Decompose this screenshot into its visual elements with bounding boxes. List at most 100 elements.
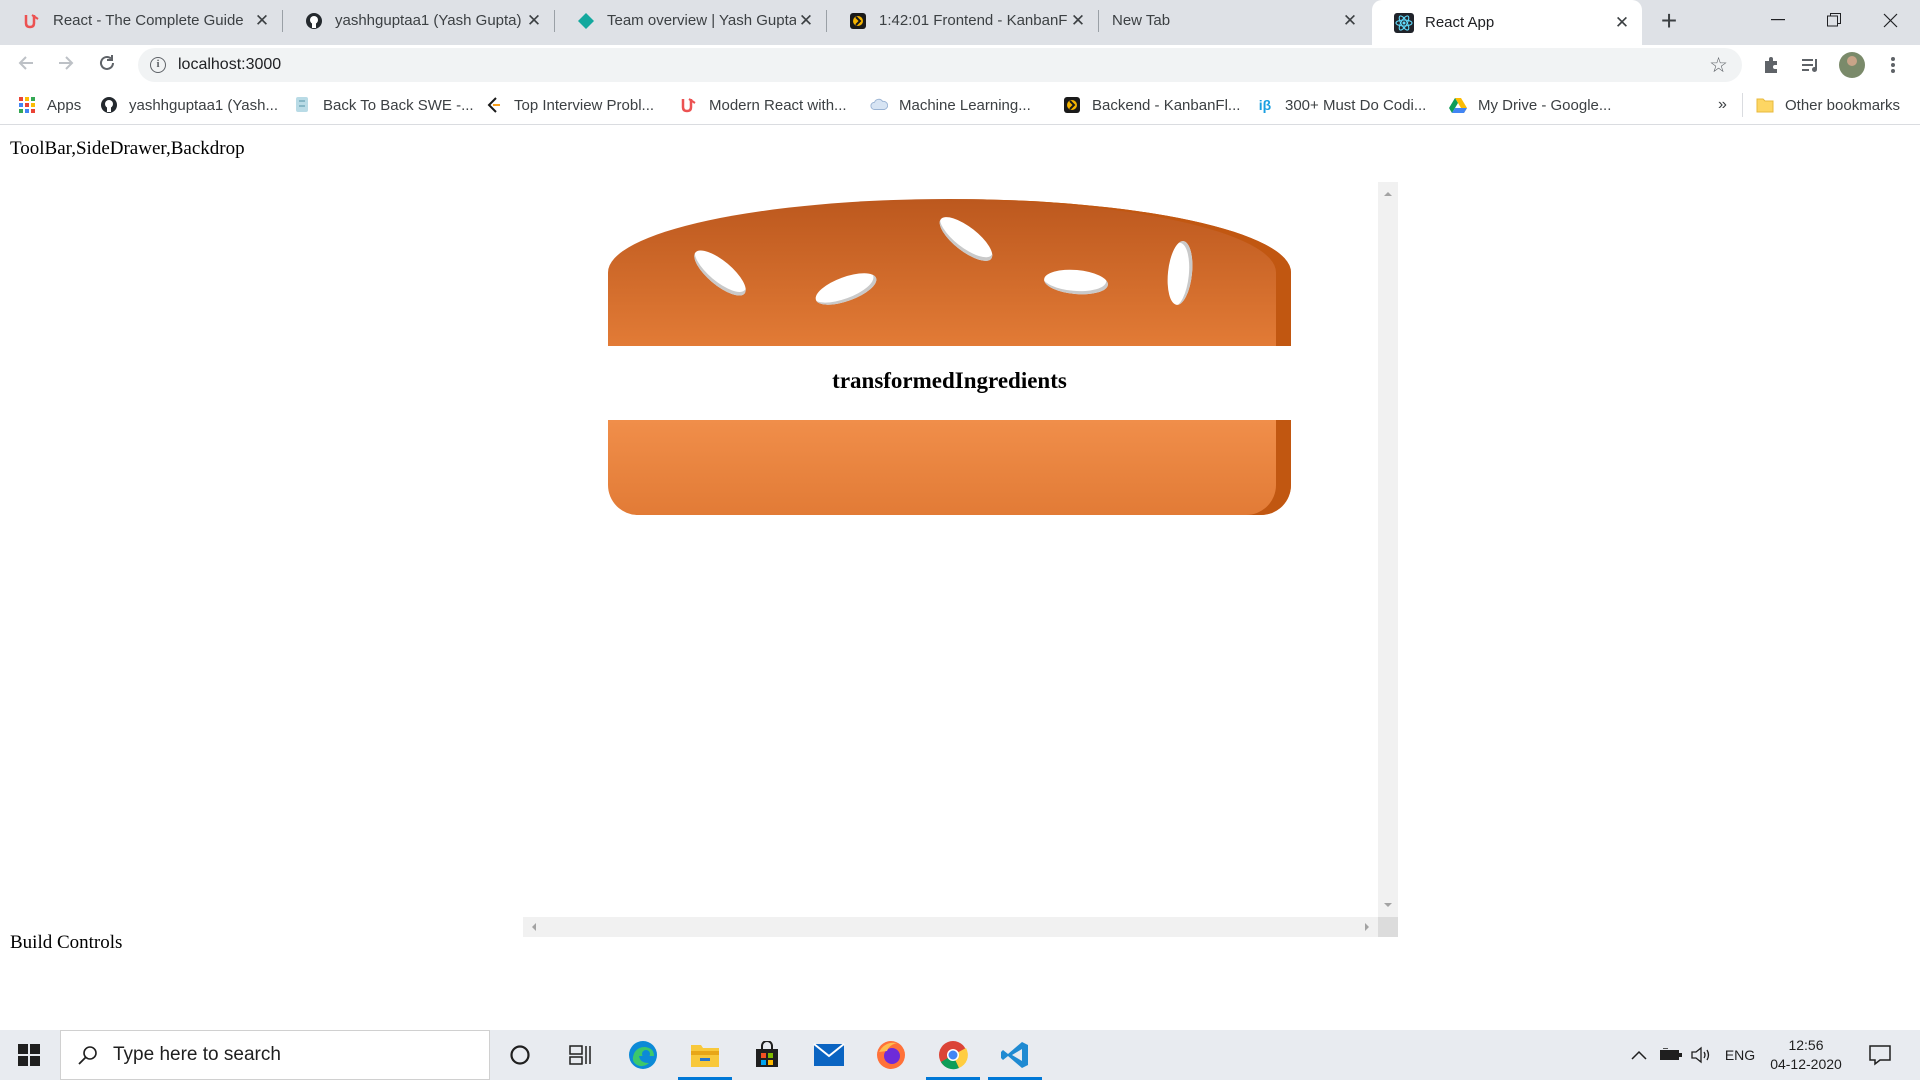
site-info-icon[interactable]: i (150, 57, 166, 73)
toolbar-placeholder-text: ToolBar,SideDrawer,Backdrop (10, 138, 245, 159)
tab-strip: React - The Complete Guide ✕ yashhguptaa… (0, 0, 1920, 45)
bookmarks-divider (1742, 93, 1743, 117)
ib-icon: iβ (1258, 97, 1272, 113)
github-icon (100, 96, 118, 114)
tab-react-complete-guide[interactable]: React - The Complete Guide ✕ (0, 0, 282, 41)
bookmark-backend-kanbanflow[interactable]: Backend - KanbanFl... (1063, 95, 1240, 115)
show-hidden-icons-button[interactable] (1624, 1030, 1654, 1080)
task-view-icon (569, 1045, 591, 1065)
taskbar-file-explorer[interactable] (674, 1030, 736, 1080)
chrome-menu-button[interactable] (1881, 53, 1905, 77)
bookmark-google-drive[interactable]: My Drive - Google... (1449, 95, 1611, 115)
seed (687, 243, 753, 303)
windows-taskbar: Type here to search ENG 12:56 04-12-2020 (0, 1030, 1920, 1080)
vertical-scrollbar[interactable] (1378, 182, 1398, 917)
url-text: localhost:3000 (178, 56, 282, 73)
burger-container: transformedIngredients (523, 182, 1398, 937)
more-vertical-icon (1891, 57, 1895, 73)
tab-close-icon[interactable]: ✕ (1612, 13, 1632, 33)
bookmark-top-interview[interactable]: Top Interview Probl... (485, 95, 654, 115)
bookmark-label: 300+ Must Do Codi... (1285, 96, 1427, 114)
taskbar-store[interactable] (736, 1030, 798, 1080)
taskbar-firefox[interactable] (860, 1030, 922, 1080)
volume-icon (1691, 1046, 1710, 1064)
close-icon (1883, 13, 1897, 27)
drive-icon (1449, 96, 1467, 114)
new-tab-button[interactable]: + (1655, 7, 1683, 36)
seed (933, 209, 999, 269)
github-icon (304, 11, 324, 31)
extensions-button[interactable] (1759, 53, 1783, 77)
bread-bottom (608, 420, 1291, 515)
language-indicator[interactable]: ENG (1720, 1030, 1760, 1080)
start-button[interactable] (0, 1030, 58, 1080)
build-controls-placeholder: Build Controls (10, 932, 123, 953)
tab-new-tab[interactable]: New Tab ✕ (1098, 0, 1370, 41)
system-clock[interactable]: 12:56 04-12-2020 (1766, 1036, 1846, 1074)
action-center-button[interactable] (1862, 1030, 1898, 1080)
reload-button[interactable] (95, 53, 119, 77)
bookmark-other-bookmarks[interactable]: Other bookmarks (1756, 95, 1900, 115)
seed (1043, 267, 1109, 297)
tab-react-app[interactable]: React App ✕ (1372, 0, 1642, 45)
search-placeholder: Type here to search (113, 1044, 281, 1065)
team-icon (576, 11, 596, 31)
taskbar-edge[interactable] (612, 1030, 674, 1080)
browser-toolbar: i localhost:3000 ☆ (0, 45, 1920, 85)
bookmarks-overflow-button[interactable]: » (1718, 95, 1727, 115)
scrollbar-corner (1378, 917, 1398, 937)
taskbar-vscode[interactable] (984, 1030, 1046, 1080)
bookmark-star-icon[interactable]: ☆ (1709, 53, 1728, 78)
back-button[interactable] (14, 53, 38, 77)
restore-button[interactable] (1806, 0, 1862, 40)
bookmark-machine-learning[interactable]: Machine Learning... (870, 95, 1031, 115)
tab-team-overview[interactable]: Team overview | Yash Gupta's ✕ (554, 0, 826, 41)
close-window-button[interactable] (1862, 0, 1918, 40)
minimize-icon (1771, 19, 1785, 21)
media-control-button[interactable] (1799, 53, 1823, 77)
tab-close-icon[interactable]: ✕ (252, 11, 272, 31)
bookmark-must-do-coding[interactable]: iβ 300+ Must Do Codi... (1256, 95, 1427, 115)
page-content: ToolBar,SideDrawer,Backdrop transformedI… (0, 126, 1920, 1030)
task-view-button[interactable] (550, 1030, 612, 1080)
taskbar-mail[interactable] (798, 1030, 860, 1080)
minimize-button[interactable] (1750, 0, 1806, 40)
forward-button[interactable] (54, 53, 78, 77)
tab-title: Team overview | Yash Gupta's (607, 12, 796, 29)
taskbar-search[interactable]: Type here to search (60, 1030, 490, 1080)
kanbanflow-icon (1063, 96, 1081, 114)
tab-close-icon[interactable]: ✕ (796, 11, 816, 31)
bookmark-github[interactable]: yashhguptaa1 (Yash... (100, 95, 278, 115)
tab-kanbanflow-frontend[interactable]: 1:42:01 Frontend - KanbanFlo ✕ (826, 0, 1098, 41)
folder-icon (691, 1045, 719, 1067)
profile-avatar[interactable] (1839, 52, 1865, 78)
battery-status[interactable] (1656, 1030, 1686, 1080)
cortana-button[interactable] (489, 1030, 551, 1080)
bookmarks-bar: Apps yashhguptaa1 (Yash... Back To Back … (0, 85, 1920, 125)
tab-close-icon[interactable]: ✕ (1068, 11, 1088, 31)
folder-icon (1756, 96, 1774, 114)
udemy-icon (22, 11, 42, 31)
btb-icon (294, 96, 312, 114)
forward-arrow-icon (59, 56, 74, 70)
leetcode-icon (485, 96, 503, 114)
tab-close-icon[interactable]: ✕ (1340, 11, 1360, 31)
bread-top (608, 199, 1291, 346)
mail-icon (813, 1043, 845, 1066)
address-bar[interactable]: i localhost:3000 ☆ (138, 48, 1742, 82)
tab-close-icon[interactable]: ✕ (524, 11, 544, 31)
tab-title: New Tab (1112, 12, 1171, 29)
taskbar-chrome[interactable] (922, 1030, 984, 1080)
volume-button[interactable] (1686, 1030, 1716, 1080)
udemy-icon (680, 96, 698, 114)
bookmark-apps[interactable]: Apps (18, 95, 81, 115)
bookmark-modern-react[interactable]: Modern React with... (680, 95, 847, 115)
bookmark-label: Backend - KanbanFl... (1092, 96, 1241, 114)
tab-github[interactable]: yashhguptaa1 (Yash Gupta) ✕ (282, 0, 554, 41)
bookmark-label: Back To Back SWE -... (323, 96, 474, 114)
horizontal-scrollbar[interactable] (523, 917, 1378, 937)
search-icon (78, 1046, 97, 1065)
chrome-icon (939, 1041, 968, 1070)
bookmark-back-to-back-swe[interactable]: Back To Back SWE -... (294, 95, 474, 115)
bookmark-label: Apps (47, 96, 82, 114)
